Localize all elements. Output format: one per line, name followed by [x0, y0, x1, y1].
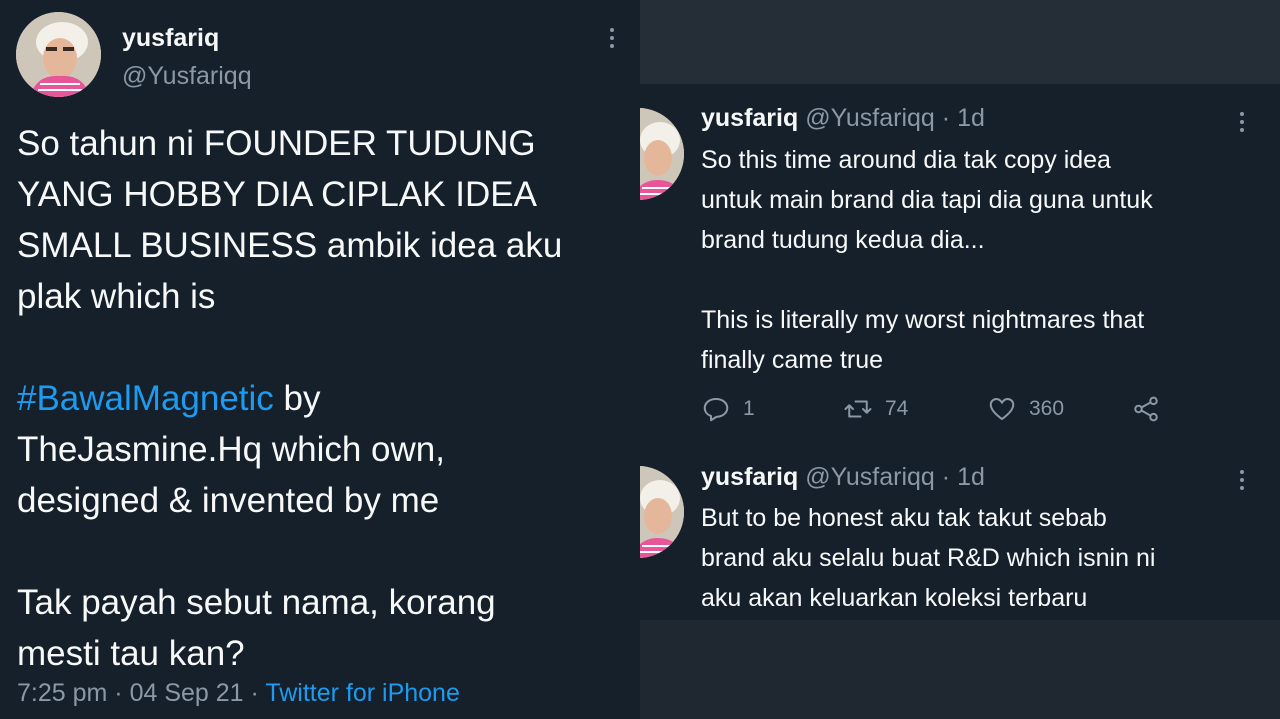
tweet-metadata: 7:25 pm · 04 Sep 21 · Twitter for iPhone — [17, 679, 460, 708]
hashtag-link[interactable]: #BawalMagnetic — [17, 379, 274, 418]
more-options-icon[interactable] — [1230, 108, 1254, 136]
tweet-header: yusfariq @Yusfariqq · 1d — [701, 104, 985, 132]
retweet-count: 74 — [885, 397, 909, 420]
tweet-line: brand tudung kedua dia... — [701, 226, 985, 254]
tweet-line: plak which is — [17, 277, 216, 316]
tweet-header: yusfariq @Yusfariqq · 1d — [701, 463, 985, 491]
tweet-text: by — [273, 379, 321, 418]
share-icon — [1134, 396, 1158, 422]
more-options-icon[interactable] — [1230, 466, 1254, 494]
tweet-line: designed & invented by me — [17, 481, 440, 520]
separator: · — [243, 679, 266, 707]
left-tweet-detail: yusfariq @Yusfariqq So tahun ni FOUNDER … — [0, 0, 640, 719]
right-tweet-thread: yusfariq @Yusfariqq · 1d So this time ar… — [640, 0, 1280, 719]
tweet-line: But to be honest aku tak takut sebab — [701, 504, 1107, 532]
tweet-line: TheJasmine.Hq which own, — [17, 430, 445, 469]
display-name[interactable]: yusfariq — [701, 463, 798, 491]
display-name[interactable]: yusfariq — [701, 104, 798, 132]
thread-card: yusfariq @Yusfariqq · 1d So this time ar… — [640, 84, 1280, 620]
tweet-line: YANG HOBBY DIA CIPLAK IDEA — [17, 175, 537, 214]
tweet-source-link[interactable]: Twitter for iPhone — [265, 679, 460, 707]
display-name[interactable]: yusfariq — [122, 24, 219, 53]
avatar-photo — [640, 466, 684, 558]
tweet-line: untuk main brand dia tapi dia guna untuk — [701, 186, 1153, 214]
separator: · — [107, 679, 130, 707]
tweet-line: This is literally my worst nightmares th… — [701, 306, 1145, 334]
tweet-time[interactable]: 7:25 pm — [17, 679, 107, 707]
reply-button[interactable]: 1 — [701, 394, 755, 424]
like-button[interactable]: 360 — [987, 394, 1064, 424]
more-options-icon[interactable] — [600, 24, 624, 52]
avatar-photo — [640, 108, 684, 200]
tweet-line: brand aku selalu buat R&D which isnin ni — [701, 544, 1156, 572]
share-button[interactable] — [1131, 394, 1161, 424]
tweet-line: #BawalMagnetic by — [17, 373, 632, 424]
blurred-band — [640, 620, 1280, 719]
avatar[interactable] — [16, 12, 101, 97]
tweet-body: So this time around dia tak copy idea un… — [701, 140, 1271, 380]
retweet-icon — [844, 400, 872, 418]
avatar-photo — [16, 12, 101, 97]
user-handle[interactable]: @Yusfariqq — [805, 463, 935, 491]
tweet-line: Tak payah sebut nama, korang — [17, 583, 496, 622]
tweet-line: So tahun ni FOUNDER TUDUNG — [17, 124, 536, 163]
blurred-band — [640, 0, 1280, 84]
user-handle[interactable]: @Yusfariqq — [122, 62, 252, 91]
tweet-body: So tahun ni FOUNDER TUDUNG YANG HOBBY DI… — [17, 118, 632, 679]
tweet-line: So this time around dia tak copy idea — [701, 146, 1111, 174]
tweet-line: SMALL BUSINESS ambik idea aku — [17, 226, 563, 265]
reply-icon — [703, 398, 729, 422]
avatar[interactable] — [640, 108, 684, 200]
tweet-actions: 1 74 360 — [701, 394, 1221, 426]
tweet-line: aku akan keluarkan koleksi terbaru — [701, 584, 1088, 612]
tweet-age[interactable]: 1d — [957, 104, 985, 132]
like-count: 360 — [1029, 397, 1065, 420]
tweet-age[interactable]: 1d — [957, 463, 985, 491]
tweet-date[interactable]: 04 Sep 21 — [130, 679, 244, 707]
tweet-line: finally came true — [701, 346, 884, 374]
tweet-body: But to be honest aku tak takut sebab bra… — [701, 498, 1271, 618]
like-icon — [989, 398, 1015, 420]
user-handle[interactable]: @Yusfariqq — [805, 104, 935, 132]
tweet-line: mesti tau kan? — [17, 634, 245, 673]
reply-count: 1 — [743, 397, 755, 420]
retweet-button[interactable]: 74 — [843, 394, 908, 424]
avatar[interactable] — [640, 466, 684, 558]
